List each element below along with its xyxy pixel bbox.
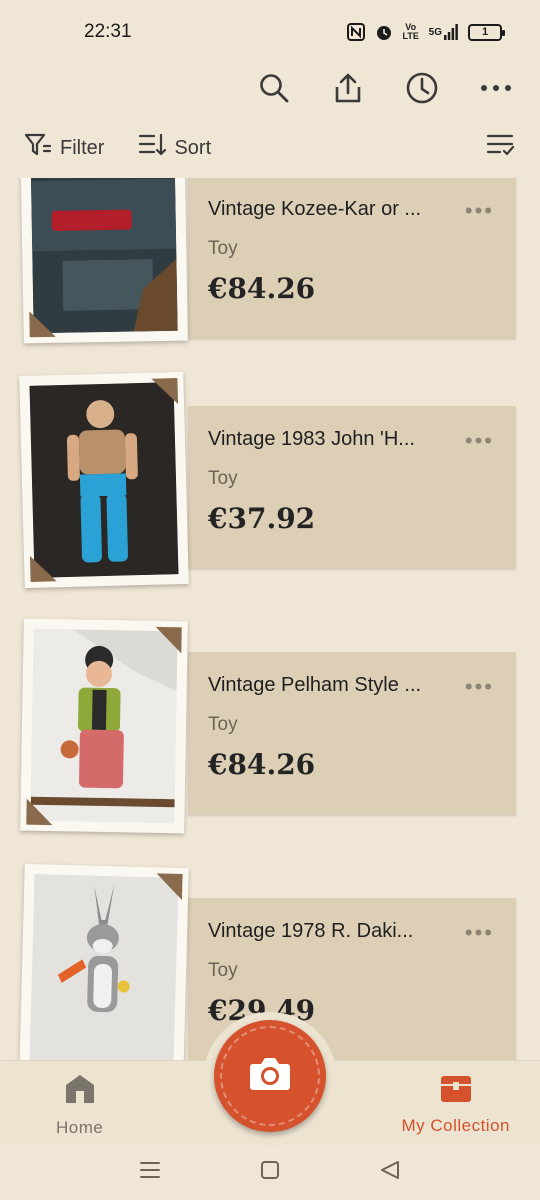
item-more-icon[interactable]: ••• xyxy=(465,198,494,224)
filter-sort-toolbar: Filter Sort xyxy=(0,124,540,172)
alarm-icon xyxy=(375,23,393,41)
item-image xyxy=(30,628,178,824)
sort-label: Sort xyxy=(174,136,212,159)
list-item[interactable]: Vintage Pelham Style ... ••• Toy €84.26 xyxy=(0,618,540,836)
item-card[interactable]: Vintage 1983 John 'H... ••• Toy €37.92 xyxy=(188,406,516,568)
home-square-icon[interactable] xyxy=(259,1159,281,1186)
item-more-icon[interactable]: ••• xyxy=(465,428,494,454)
item-price: €84.26 xyxy=(208,272,316,305)
system-nav-bar xyxy=(0,1144,540,1200)
item-photo[interactable] xyxy=(19,863,189,1060)
item-photo[interactable] xyxy=(20,618,188,834)
photo-corner xyxy=(29,555,57,582)
nav-home-label: Home xyxy=(56,1118,104,1137)
back-icon[interactable] xyxy=(379,1159,401,1186)
view-options-button[interactable] xyxy=(486,133,516,163)
item-more-icon[interactable]: ••• xyxy=(465,920,494,946)
top-actions xyxy=(254,60,516,116)
photo-corner xyxy=(151,378,179,405)
photo-corner xyxy=(26,798,53,826)
item-card[interactable]: Vintage Pelham Style ... ••• Toy €84.26 xyxy=(188,652,516,814)
photo-corner xyxy=(155,873,183,901)
list-item[interactable]: Vintage Kozee-Kar or ... ••• Toy €84.26 xyxy=(0,178,540,346)
item-image xyxy=(29,874,179,1060)
sort-icon xyxy=(138,132,167,164)
more-icon[interactable] xyxy=(476,68,516,108)
item-category: Toy xyxy=(208,238,238,259)
camera-button[interactable] xyxy=(214,1020,326,1132)
nav-my-collection[interactable]: My Collection xyxy=(401,1073,510,1136)
item-card[interactable]: Vintage Kozee-Kar or ... ••• Toy €84.26 xyxy=(188,178,516,338)
camera-icon xyxy=(249,1056,291,1097)
signal-5g-icon: 5G xyxy=(429,24,458,40)
share-icon[interactable] xyxy=(328,68,368,108)
item-image xyxy=(29,382,179,578)
item-price: €37.92 xyxy=(208,502,316,535)
view-options-icon xyxy=(486,133,516,163)
recents-icon[interactable] xyxy=(139,1160,161,1185)
photo-corner xyxy=(155,626,182,654)
battery-level: 1 xyxy=(481,26,489,38)
item-title: Vintage 1978 R. Daki... xyxy=(208,920,414,942)
search-icon[interactable] xyxy=(254,68,294,108)
item-title: Vintage Pelham Style ... xyxy=(208,674,422,696)
home-icon xyxy=(64,1073,96,1110)
item-price: €84.26 xyxy=(208,748,316,781)
item-photo[interactable] xyxy=(19,371,189,589)
volte-icon: Vo LTE xyxy=(402,22,419,41)
filter-icon xyxy=(24,132,52,164)
filter-label: Filter xyxy=(60,136,105,159)
item-category: Toy xyxy=(208,468,238,489)
sort-button[interactable]: Sort xyxy=(138,132,211,164)
network-label: 5G xyxy=(428,26,442,38)
status-time: 22:31 xyxy=(84,21,132,42)
status-icons: Vo LTE 5G 1 xyxy=(346,22,505,41)
item-category: Toy xyxy=(208,714,238,735)
item-photo[interactable] xyxy=(20,178,188,344)
item-category: Toy xyxy=(208,960,238,981)
battery-icon: 1 xyxy=(468,23,505,41)
item-title: Vintage Kozee-Kar or ... xyxy=(208,198,422,220)
nav-collection-label: My Collection xyxy=(401,1116,510,1135)
history-icon[interactable] xyxy=(402,68,442,108)
collection-list[interactable]: Vintage Kozee-Kar or ... ••• Toy €84.26 … xyxy=(0,178,540,1060)
list-item[interactable]: Vintage 1983 John 'H... ••• Toy €37.92 xyxy=(0,371,540,590)
nfc-icon xyxy=(346,23,365,41)
filter-button[interactable]: Filter xyxy=(24,132,104,164)
photo-corner xyxy=(29,310,56,338)
nav-home[interactable]: Home xyxy=(56,1073,103,1138)
item-more-icon[interactable]: ••• xyxy=(465,674,494,700)
collection-chest-icon xyxy=(440,1073,472,1108)
item-title: Vintage 1983 John 'H... xyxy=(208,428,415,450)
status-bar: 22:31 Vo LTE 5G 1 xyxy=(0,0,540,64)
